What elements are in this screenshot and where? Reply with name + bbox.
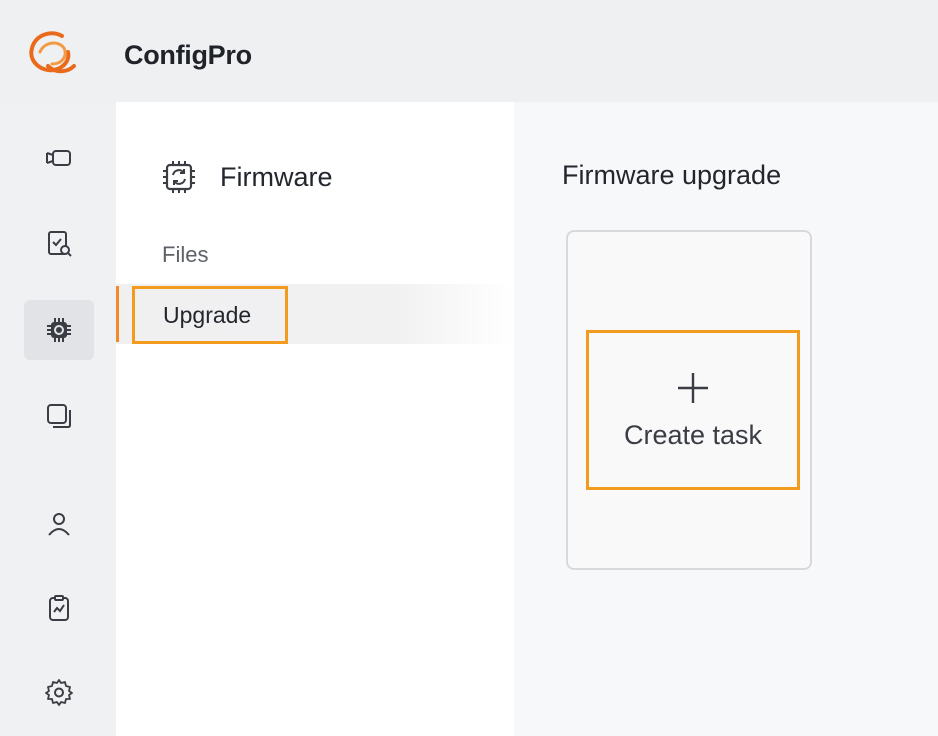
copy-layers-icon [47,404,71,428]
plus-icon [678,372,708,403]
settings-gear-icon [45,679,73,706]
rail-item-layers[interactable] [24,386,94,446]
configpro-logo-icon [29,31,76,74]
active-indicator [116,286,119,342]
rail-item-device-search[interactable] [24,214,94,274]
submenu-item-upgrade[interactable]: Upgrade [132,286,288,344]
icon-rail [0,102,116,736]
rail-item-reports[interactable] [24,578,94,638]
submenu-item-files[interactable]: Files [162,242,208,268]
rail-item-firmware[interactable] [24,300,94,360]
camera-device-icon [46,150,71,166]
firmware-submenu: Firmware Files Upgrade [116,102,514,736]
firmware-chip-icon [47,318,71,342]
rail-item-devices[interactable] [24,128,94,188]
submenu-title: Firmware [220,161,333,192]
device-search-icon [48,231,72,257]
clipboard-report-icon [49,595,69,621]
rail-item-users[interactable] [24,494,94,554]
user-icon [48,513,70,536]
top-bar: ConfigPro [0,0,938,102]
page-title: Firmware upgrade [562,160,782,190]
main-content: Firmware upgrade Create task [514,102,938,736]
firmware-sync-chip-icon [163,161,195,193]
create-task-label: Create task [623,419,763,450]
app-title: ConfigPro [124,40,252,70]
create-task-button[interactable]: Create task [586,330,800,490]
submenu-header: Firmware [160,158,333,196]
rail-item-settings[interactable] [24,662,94,722]
